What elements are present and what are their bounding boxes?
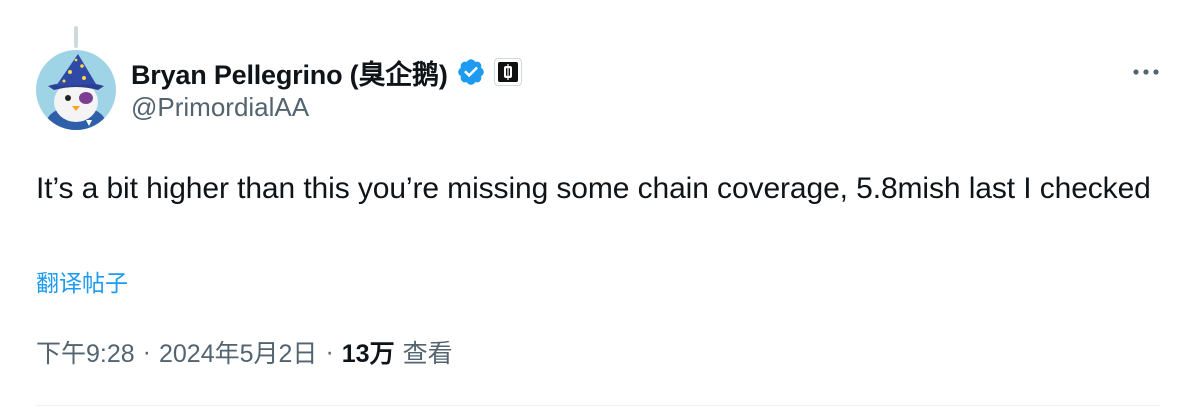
tweet-metadata: 下午9:28 · 2024年5月2日 · 13万 查看 (36, 334, 453, 370)
author-handle[interactable]: @PrimordialAA (131, 92, 309, 123)
author-name-row: Bryan Pellegrino (臭企鹅) (131, 54, 522, 90)
tweet-card: Bryan Pellegrino (臭企鹅) @PrimordialAA It’… (0, 0, 1196, 412)
more-horizontal-icon (1133, 69, 1159, 75)
tweet-date[interactable]: 2024年5月2日 (159, 334, 317, 370)
author-avatar[interactable] (36, 50, 116, 130)
tweet-time[interactable]: 下午9:28 (36, 334, 135, 370)
verified-badge-icon[interactable] (456, 57, 486, 87)
tweet-text: It’s a bit higher than this you’re missi… (36, 172, 1151, 205)
bottom-divider (36, 405, 1160, 406)
more-options-button[interactable] (1124, 56, 1168, 88)
views-count[interactable]: 13万 (342, 334, 395, 370)
views-label: 查看 (402, 340, 453, 368)
penguin-wizard-avatar-icon (36, 50, 116, 130)
separator-dot: · (142, 337, 151, 366)
affiliation-badge-icon[interactable] (493, 58, 522, 86)
author-display-name[interactable]: Bryan Pellegrino (臭企鹅) (131, 53, 448, 92)
translate-post-link[interactable]: 翻译帖子 (36, 264, 128, 298)
thread-connector-line (74, 26, 78, 48)
separator-dot: · (325, 337, 334, 366)
